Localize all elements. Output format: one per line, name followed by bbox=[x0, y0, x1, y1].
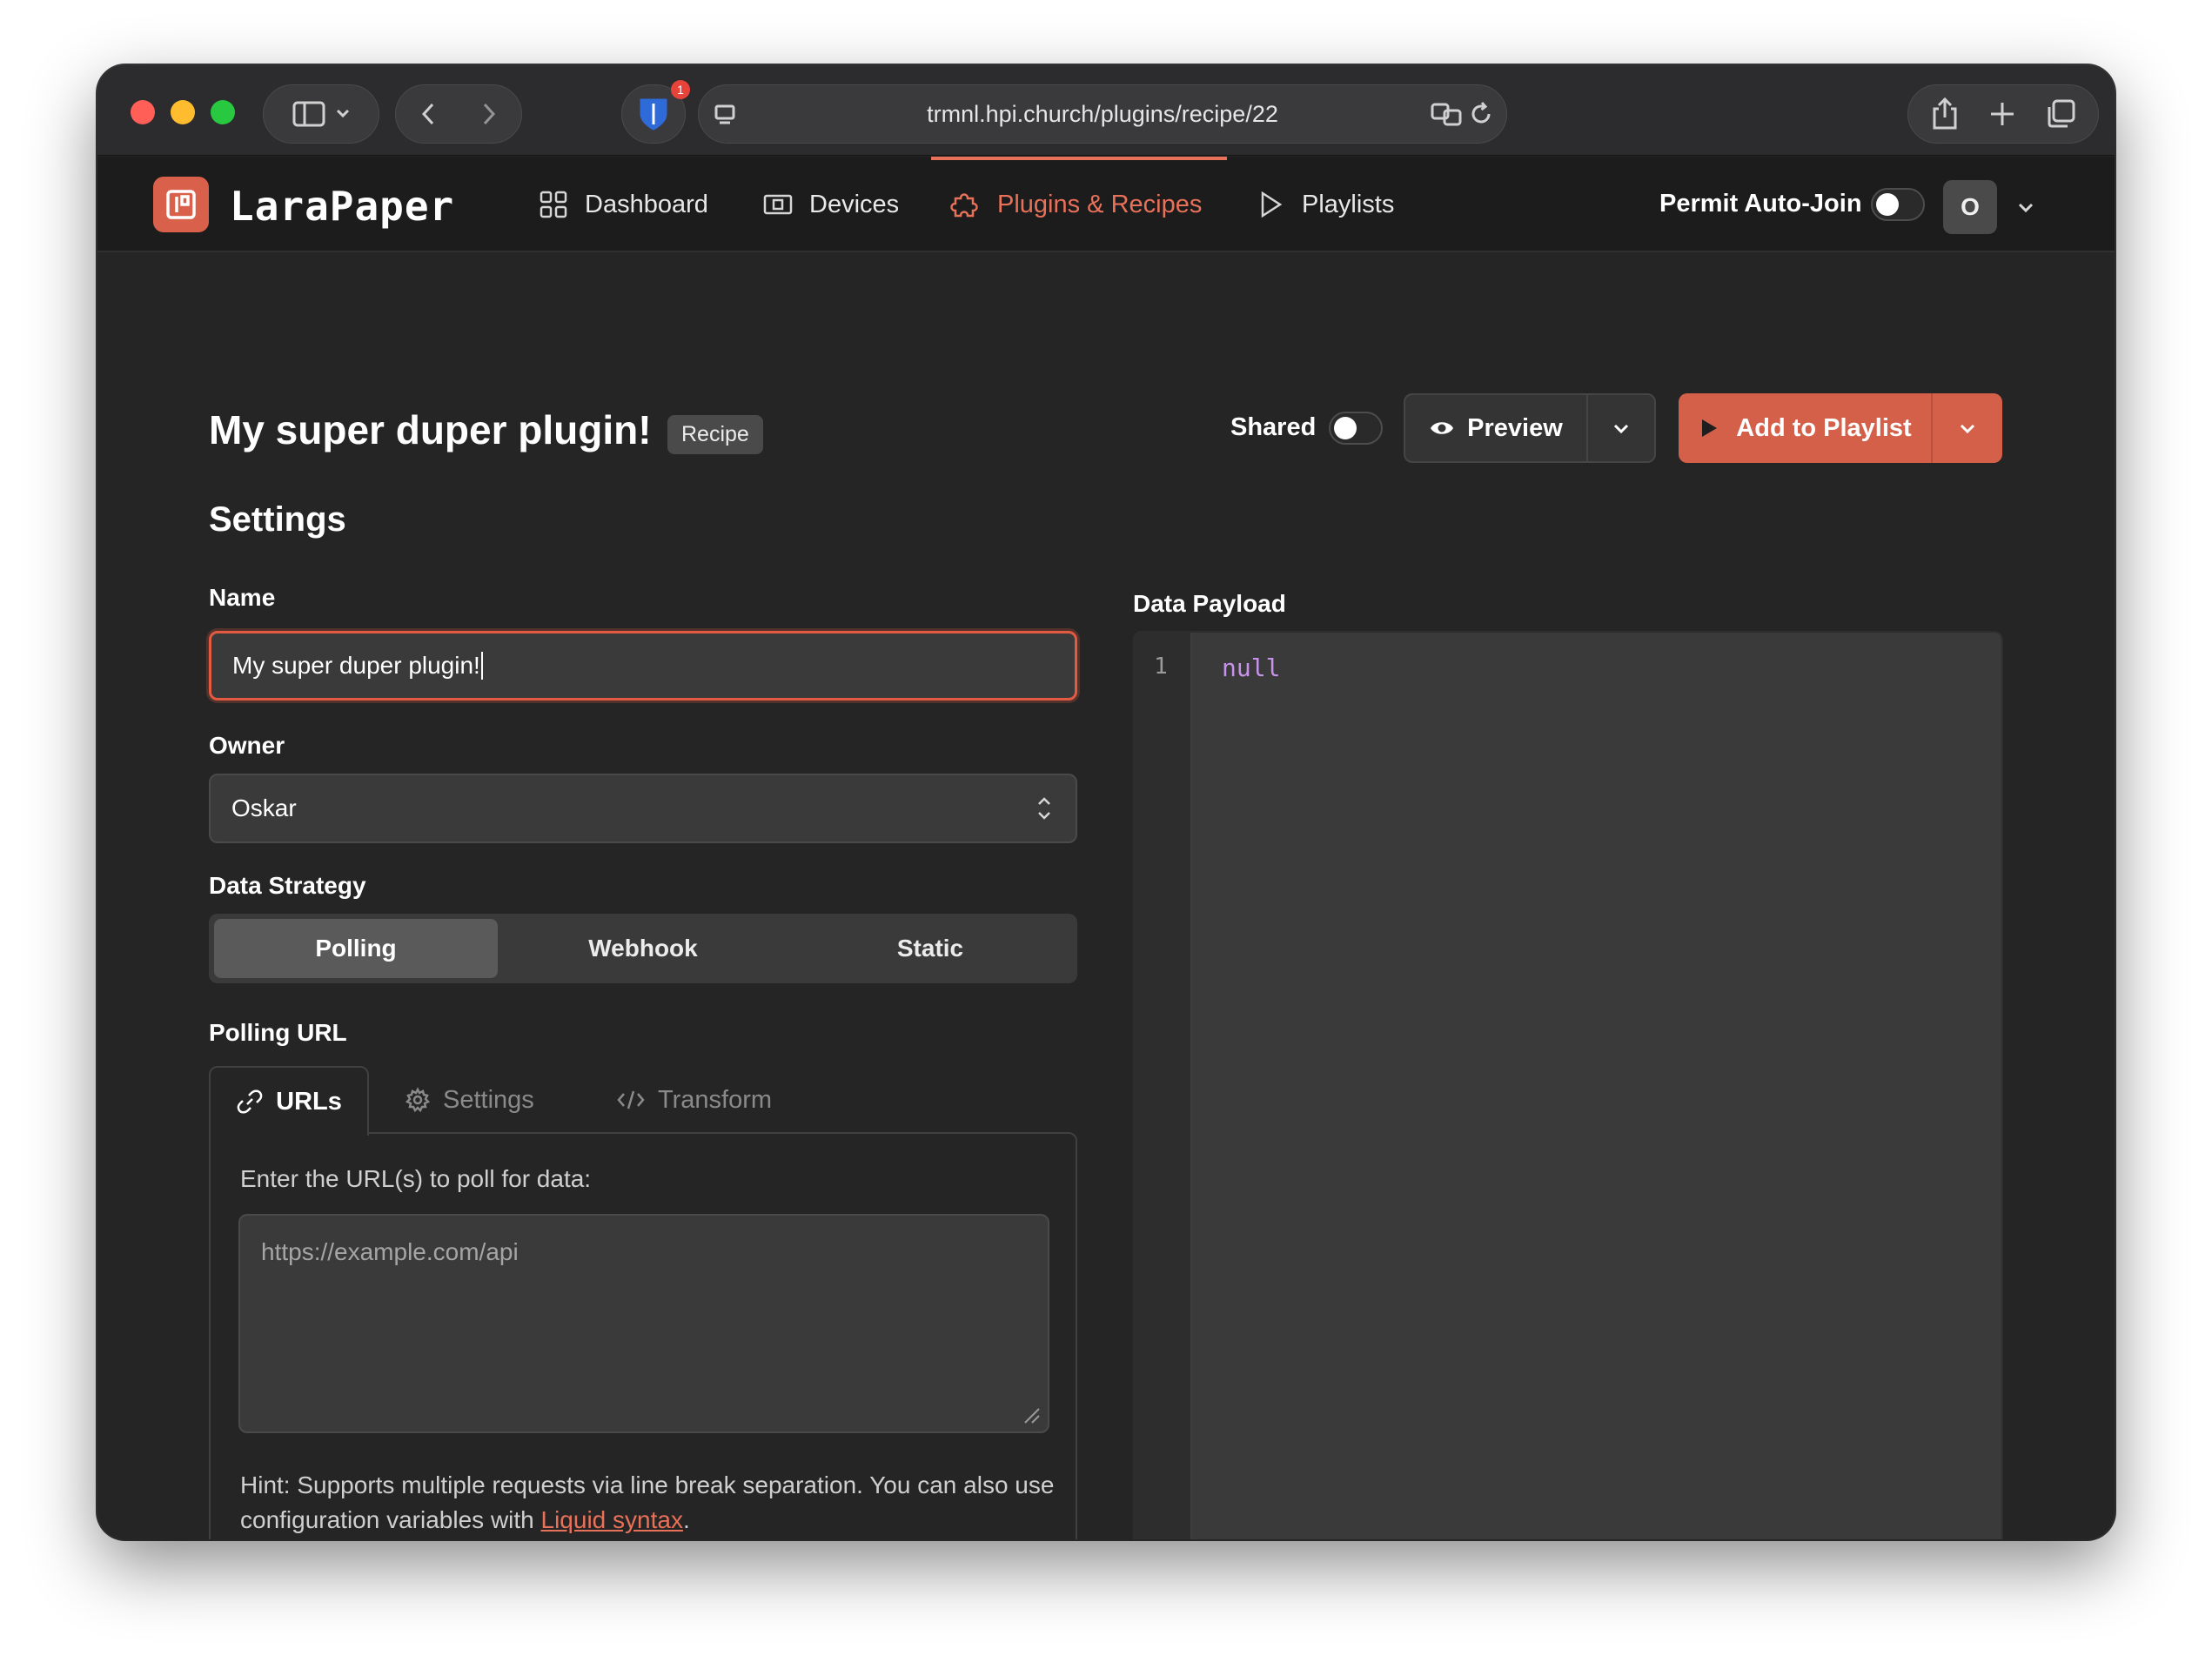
permit-auto-join-label: Permit Auto-Join bbox=[1659, 190, 1862, 218]
nav-playlists-label: Playlists bbox=[1302, 190, 1395, 218]
tab-settings-label: Settings bbox=[443, 1085, 534, 1114]
name-label: Name bbox=[209, 584, 276, 611]
nav-devices-label: Devices bbox=[809, 190, 900, 218]
browser-toolbar: 1 trmnl.hpi.church/plugins/recipe/22 bbox=[97, 65, 2115, 156]
grid-icon bbox=[540, 191, 567, 218]
tab-urls[interactable]: URLs bbox=[209, 1066, 369, 1136]
preview-label: Preview bbox=[1467, 413, 1563, 442]
active-nav-indicator bbox=[931, 157, 1227, 160]
forward-icon[interactable] bbox=[476, 99, 502, 129]
polling-tabs: URLs Settings Transform bbox=[209, 1066, 1077, 1136]
share-icon[interactable] bbox=[1929, 97, 1961, 131]
playlist-options-button[interactable] bbox=[1933, 393, 2002, 463]
strategy-polling-option[interactable]: Polling bbox=[214, 919, 498, 978]
puzzle-icon bbox=[950, 193, 978, 218]
gear-icon bbox=[405, 1087, 431, 1113]
urls-prompt: Enter the URL(s) to poll for data: bbox=[240, 1165, 592, 1192]
tab-transform[interactable]: Transform bbox=[616, 1066, 772, 1134]
line-number-gutter: 1 bbox=[1135, 633, 1192, 1539]
tab-settings[interactable]: Settings bbox=[405, 1066, 534, 1134]
add-to-playlist-split-button: Add to Playlist bbox=[1679, 393, 2002, 463]
reload-icon[interactable] bbox=[1468, 101, 1494, 127]
zoom-window-button[interactable] bbox=[211, 100, 235, 124]
data-payload-editor[interactable]: 1 null bbox=[1133, 631, 2003, 1539]
shared-toggle[interactable] bbox=[1329, 412, 1383, 445]
translate-icon[interactable] bbox=[1430, 101, 1465, 127]
logo-icon[interactable] bbox=[153, 177, 209, 232]
owner-select-value: Oskar bbox=[231, 794, 297, 821]
line-number: 1 bbox=[1154, 654, 1168, 680]
chevron-updown-icon bbox=[1038, 797, 1050, 820]
strategy-static-option[interactable]: Static bbox=[788, 919, 1072, 978]
address-bar[interactable]: trmnl.hpi.church/plugins/recipe/22 bbox=[698, 84, 1507, 144]
data-strategy-segmented-control: Polling Webhook Static bbox=[209, 914, 1077, 983]
hint-end: . bbox=[682, 1506, 690, 1533]
strategy-webhook-option[interactable]: Webhook bbox=[501, 919, 785, 978]
urls-tab-panel: Enter the URL(s) to poll for data: https… bbox=[209, 1132, 1077, 1539]
shield-icon bbox=[640, 98, 667, 131]
owner-label: Owner bbox=[209, 732, 285, 759]
back-icon[interactable] bbox=[415, 99, 441, 129]
bitwarden-extension-button[interactable]: 1 bbox=[621, 80, 690, 144]
data-strategy-label: Data Strategy bbox=[209, 872, 366, 899]
tab-urls-label: URLs bbox=[276, 1087, 342, 1116]
close-window-button[interactable] bbox=[131, 100, 155, 124]
name-input-value: My super duper plugin! bbox=[232, 652, 480, 679]
sidebar-toggle-button[interactable] bbox=[263, 84, 379, 144]
avatar[interactable]: O bbox=[1943, 180, 1997, 234]
eye-icon bbox=[1431, 422, 1454, 434]
permit-auto-join-toggle[interactable] bbox=[1871, 188, 1925, 221]
nav-plugins-recipes[interactable]: Plugins & Recipes bbox=[948, 157, 1202, 252]
payload-code: null bbox=[1222, 654, 1281, 682]
text-caret bbox=[480, 652, 483, 680]
notification-badge: 1 bbox=[671, 80, 690, 99]
url-text: trmnl.hpi.church/plugins/recipe/22 bbox=[927, 100, 1278, 127]
resize-handle-icon[interactable] bbox=[1022, 1405, 1041, 1424]
polling-hint: Hint: Supports multiple requests via lin… bbox=[240, 1468, 1058, 1538]
page-title: My super duper plugin! bbox=[209, 407, 652, 452]
preview-split-button: Preview bbox=[1404, 393, 1656, 463]
device-icon bbox=[763, 194, 793, 215]
play-icon bbox=[1702, 419, 1718, 437]
owner-select[interactable]: Oskar bbox=[209, 774, 1077, 843]
add-to-playlist-button[interactable]: Add to Playlist bbox=[1679, 393, 1933, 463]
app-logo-text[interactable]: LaraPaper bbox=[230, 183, 454, 230]
browser-window: 1 trmnl.hpi.church/plugins/recipe/22 Lar… bbox=[97, 65, 2115, 1539]
preview-button[interactable]: Preview bbox=[1405, 395, 1588, 461]
nav-dashboard[interactable]: Dashboard bbox=[538, 157, 708, 252]
chevron-down-icon bbox=[1960, 424, 1975, 434]
polling-urls-textarea[interactable]: https://example.com/api bbox=[238, 1214, 1049, 1433]
nav-dashboard-label: Dashboard bbox=[585, 190, 708, 218]
chevron-down-icon[interactable] bbox=[2015, 197, 2036, 218]
polling-url-label: Polling URL bbox=[209, 1019, 347, 1046]
preview-options-button[interactable] bbox=[1588, 395, 1654, 461]
sidebar-icon bbox=[292, 101, 350, 127]
history-nav-group bbox=[395, 84, 522, 144]
play-icon bbox=[1261, 191, 1283, 218]
add-to-playlist-label: Add to Playlist bbox=[1736, 413, 1912, 442]
chevron-down-icon bbox=[1613, 424, 1629, 434]
liquid-syntax-link[interactable]: Liquid syntax bbox=[541, 1506, 683, 1533]
tab-transform-label: Transform bbox=[658, 1085, 773, 1114]
app-navbar: LaraPaper Dashboard Devices Plugins & Re… bbox=[97, 157, 2115, 252]
nav-plugins-label: Plugins & Recipes bbox=[997, 190, 1203, 218]
settings-heading: Settings bbox=[209, 500, 346, 539]
code-icon bbox=[617, 1090, 645, 1109]
polling-urls-placeholder: https://example.com/api bbox=[261, 1238, 519, 1265]
nav-playlists[interactable]: Playlists bbox=[1255, 157, 1394, 252]
new-tab-icon[interactable] bbox=[1987, 98, 2018, 130]
recipe-badge: Recipe bbox=[667, 415, 763, 454]
shared-label: Shared bbox=[1230, 413, 1317, 441]
name-input[interactable]: My super duper plugin! bbox=[209, 631, 1077, 700]
minimize-window-button[interactable] bbox=[171, 100, 195, 124]
data-payload-label: Data Payload bbox=[1133, 590, 1286, 617]
nav-devices[interactable]: Devices bbox=[762, 157, 899, 252]
window-actions-group bbox=[1907, 84, 2099, 144]
link-icon bbox=[237, 1089, 263, 1114]
tab-overview-icon[interactable] bbox=[2044, 97, 2077, 131]
